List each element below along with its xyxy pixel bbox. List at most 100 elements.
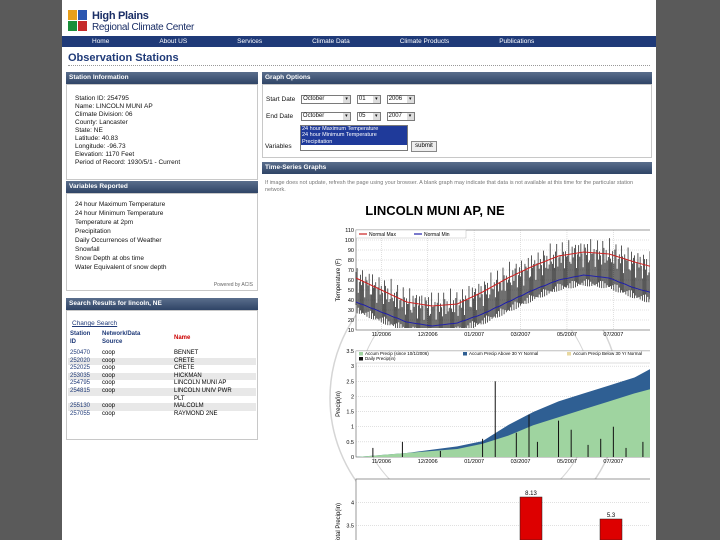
end-year-select[interactable]: 2007: [386, 112, 415, 121]
precip-legend-swatch: [567, 352, 571, 356]
station-name-cell: CRETE: [174, 365, 195, 372]
station-id-link[interactable]: 252025: [68, 365, 100, 373]
precip-legend-swatch: [359, 352, 363, 356]
col-id: ID: [70, 339, 76, 345]
station-id-link[interactable]: 257055: [68, 411, 100, 419]
source-cell: coop: [102, 380, 116, 387]
station-name: Name: LINCOLN MUNI AP: [75, 103, 153, 110]
end-date-label: End Date: [266, 113, 294, 121]
station-id-link[interactable]: [68, 396, 100, 404]
timeseries-charts: LINCOLN MUNI AP, NE 10203040506070809010…: [260, 198, 650, 540]
temp-x-tick-label: 12/2006: [418, 332, 438, 338]
col-name[interactable]: Name: [174, 335, 190, 341]
variable-item: Daily Occurrences of Weather: [75, 237, 162, 244]
variable-item: Snow Depth at obs time: [75, 255, 145, 262]
nav-about[interactable]: About US: [159, 36, 187, 47]
total-precip-bar: [519, 496, 543, 540]
temp-x-tick-label: 03/2007: [511, 332, 531, 338]
submit-button[interactable]: submit: [411, 141, 437, 152]
period-of-record: Period of Record: 1930/5/1 - Current: [75, 159, 181, 166]
precip-legend-label: Accum Precip Above 30 Yr Normal: [469, 351, 538, 356]
nav-climate-data[interactable]: Climate Data: [312, 36, 350, 47]
start-year-select[interactable]: 2006: [386, 95, 415, 104]
station-id-link[interactable]: 254795: [68, 380, 100, 388]
precip-legend-label: Daily Precip(in): [365, 356, 396, 361]
table-row: PLT: [68, 396, 256, 404]
precip-y-tick-label: 3.5: [346, 349, 354, 355]
search-table-header: Station Network/Data ID Source Name: [68, 331, 256, 349]
table-row: 252025 coop CRETE: [68, 365, 256, 373]
county: County: Lancaster: [75, 119, 128, 126]
change-search-link[interactable]: Change Search: [72, 320, 117, 327]
source-cell: coop: [100, 387, 172, 396]
temp-y-tick-label: 30: [348, 308, 354, 314]
longitude: Longitude: -96.73: [75, 143, 126, 150]
station-name-cell: RAYMOND 2NE: [174, 410, 218, 417]
station-name-cell: BENNET: [174, 350, 199, 356]
precip-y-tick-label: 0.5: [346, 440, 354, 446]
temp-y-tick-label: 70: [348, 268, 354, 274]
station-name-cell: LINCOLN UNIV PWR: [172, 387, 256, 396]
col-network: Network/Data: [102, 331, 141, 337]
end-month-select[interactable]: October: [300, 112, 351, 121]
start-day-select[interactable]: 01: [356, 95, 381, 104]
station-id-link[interactable]: 253035: [68, 372, 100, 381]
end-day-select[interactable]: 05: [356, 112, 381, 121]
climate-division: Climate Division: 06: [75, 111, 133, 118]
logo-text-line1: High Plains: [92, 10, 149, 22]
precip-y-tick-label: 2: [351, 394, 354, 400]
variable-option[interactable]: Precipitation: [301, 138, 407, 146]
station-id-link[interactable]: 250470: [68, 350, 100, 358]
powered-by-acis[interactable]: Powered by ACIS: [214, 282, 253, 288]
source-cell: coop: [100, 372, 172, 381]
source-cell: coop: [102, 350, 116, 356]
station-id-link[interactable]: 254815: [68, 387, 100, 396]
temp-y-axis-label: Temperature (F): [336, 258, 342, 301]
nav-climate-products[interactable]: Climate Products: [400, 36, 450, 47]
timeseries-note: If image does not update, refresh the pa…: [265, 180, 634, 193]
source-cell: [100, 396, 172, 404]
nav-home[interactable]: Home: [92, 36, 109, 47]
variables-header: Variables Reported: [66, 181, 258, 193]
temperature-chart: 10 20 30 40 50 60 70 80 90 100 110 11/2006 12/2006 01…: [336, 228, 650, 338]
precip-y-tick-label: 3: [351, 364, 354, 370]
temp-y-tick-label: 110: [345, 228, 354, 234]
table-row: 250470 coop BENNET: [68, 350, 256, 358]
station-name-cell: PLT: [174, 395, 185, 402]
precip-x-tick-label: 01/2007: [464, 459, 484, 465]
page-title: Observation Stations: [68, 52, 179, 64]
precip-x-tick-label: 03/2007: [511, 459, 531, 465]
variable-item: Temperature at 2pm: [75, 219, 134, 226]
station-id-link[interactable]: 255130: [68, 403, 100, 411]
start-month-select[interactable]: October: [301, 95, 352, 104]
nav-publications[interactable]: Publications: [499, 36, 534, 47]
precip-x-tick-label: 07/2007: [603, 459, 623, 465]
hprcc-logo-icon: [68, 10, 88, 32]
station-id-link[interactable]: 252020: [68, 357, 100, 366]
variables-listbox[interactable]: 24 hour Maximum Temperature 24 hour Mini…: [300, 125, 408, 151]
total-y-tick-label: 3.5: [346, 524, 354, 530]
search-results-table: 250470 coop BENNET 252020 coop CRETE 252025 c…: [68, 350, 256, 418]
source-cell: coop: [102, 365, 116, 372]
station-id: Station ID: 254795: [75, 95, 129, 102]
precip-y-axis-label: Precip(in): [336, 391, 342, 417]
station-name-cell: HICKMAN: [172, 372, 256, 381]
search-results-header: Search Results for lincoln, NE: [66, 298, 258, 310]
precip-legend-label: Accum Precip Below 30 Yr Normal: [573, 351, 642, 356]
total-precip-bar: [599, 518, 623, 540]
temp-y-tick-label: 80: [348, 258, 354, 264]
nav-services[interactable]: Services: [237, 36, 262, 47]
site-logo[interactable]: High Plains Regional Climate Center: [68, 8, 208, 36]
elevation: Elevation: 1170 Feet: [75, 151, 135, 158]
browser-page: High Plains Regional Climate Center Home…: [62, 0, 656, 540]
precip-y-tick-label: 0: [351, 455, 354, 461]
station-info-panel: Station ID: 254795 Name: LINCOLN MUNI AP…: [66, 84, 258, 180]
temp-y-tick-label: 40: [348, 298, 354, 304]
total-precip-chart: 33.54Total Precip(in)8.135.3: [336, 478, 650, 540]
precip-y-tick-label: 1.5: [346, 410, 354, 416]
station-name-cell: MALCOLM: [172, 403, 256, 411]
variable-item: Water Equivalent of snow depth: [75, 264, 167, 271]
total-y-axis-label: Total Precip(in): [336, 503, 342, 540]
temp-x-tick-label: 11/2006: [372, 332, 391, 338]
precip-legend-swatch: [463, 352, 467, 356]
